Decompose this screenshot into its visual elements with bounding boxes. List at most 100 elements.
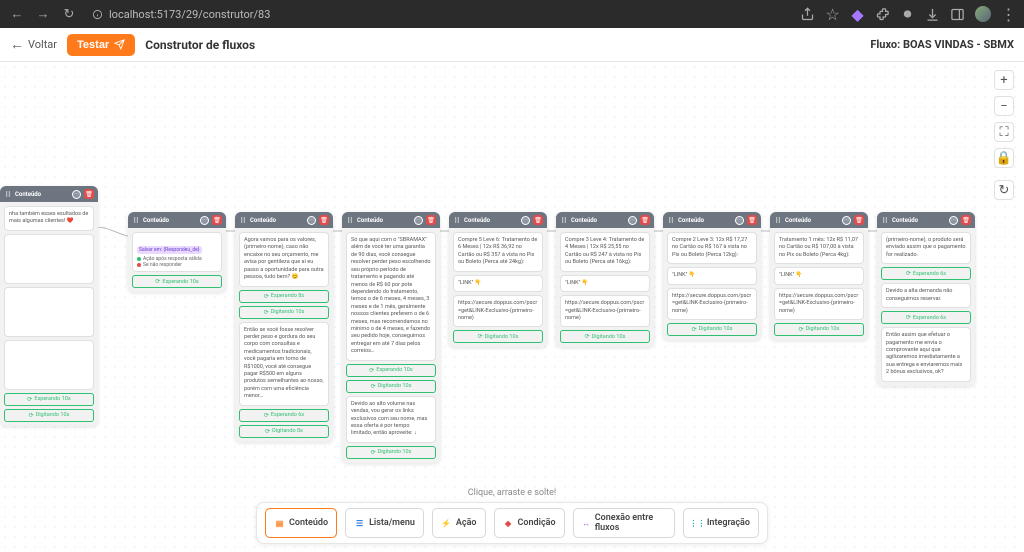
node-timing-pill[interactable]: Digitando 10s [346,446,436,459]
flow-node[interactable]: Conteúdo⋯🗑Salvar em: {Respondeu_de}Ação … [128,212,226,292]
panel-icon[interactable] [950,7,965,22]
tool-condicao[interactable]: ◆Condição [494,508,565,538]
node-timing-pill[interactable]: Esperando 10s [4,393,94,406]
node-config-button[interactable]: ⋯ [735,216,744,225]
node-text-block[interactable]: Devido a alta demanda não conseguimos re… [881,283,971,308]
browser-menu-icon[interactable]: ⋮ [1001,7,1016,22]
node-text-block[interactable]: Agora vamos para os valores, (primeiro-n… [239,232,329,287]
node-text-block[interactable]: "LINK" 👇 [453,275,543,292]
flow-node[interactable]: Conteúdo⋯🗑 Compre 3 Leve 4: Tratamento de… [556,212,654,347]
node-delete-button[interactable]: 🗑 [747,215,757,225]
tool-lista[interactable]: ☰Lista/menu [345,508,424,538]
zoom-out-button[interactable]: − [994,96,1014,116]
tool-conexao[interactable]: ↔Conexão entre fluxos [573,508,675,538]
node-timing-pill[interactable]: Digitando 8s [239,425,329,438]
node-timing-pill[interactable]: Digitando 10s [774,323,864,336]
node-text-block[interactable]: https://secure.doppus.com/pscr=get&LINK-… [560,295,650,327]
node-delete-button[interactable]: 🗑 [533,215,543,225]
flow-node[interactable]: Conteúdo⋯🗑Compre 2 Leve 3: 12x R$ 17,27 … [663,212,761,340]
node-text-block[interactable]: "LINK" 👇 [560,275,650,292]
node-header[interactable]: Conteúdo⋯🗑 [556,212,654,228]
test-button[interactable]: Testar [67,34,135,56]
node-image-placeholder[interactable] [4,234,94,284]
node-text-block[interactable]: https://secure.doppus.com/pscr=get&LINK-… [667,288,757,320]
node-delete-button[interactable]: 🗑 [640,215,650,225]
node-header[interactable]: Conteúdo⋯🗑 [449,212,547,228]
node-timing-pill[interactable]: Esperando 10s [346,364,436,377]
option-no-reply[interactable]: Se não responder [137,262,217,268]
node-delete-button[interactable]: 🗑 [319,215,329,225]
node-config-button[interactable]: ⋯ [200,216,209,225]
extension-purple-icon[interactable]: ◆ [850,7,865,22]
flow-canvas[interactable]: Conteúdo⋯🗑 nha também esses esultados de … [0,62,1024,552]
node-header[interactable]: Conteúdo⋯🗑 [877,212,975,228]
node-header[interactable]: Conteúdo⋯🗑 [235,212,333,228]
record-icon[interactable]: ⏺ [900,7,915,22]
extensions-icon[interactable] [875,7,890,22]
node-config-button[interactable]: ⋯ [414,216,423,225]
flow-node[interactable]: Conteúdo⋯🗑 Tratamento 1 mês: 12x R$ 11,07… [770,212,868,340]
share-icon[interactable] [800,7,815,22]
back-button[interactable]: ← Voltar [10,36,57,53]
node-config-button[interactable]: ⋯ [628,216,637,225]
node-timing-pill[interactable]: Digitando 10s [667,323,757,336]
tool-conteudo[interactable]: ▤Conteúdo [265,508,337,538]
node-text-block[interactable]: Compre 2 Leve 3: 12x R$ 17,27 no Cartão … [667,232,757,264]
node-config-button[interactable]: ⋯ [521,216,530,225]
node-text-block[interactable]: Então se você fosse resolver perder peso… [239,322,329,406]
node-config-button[interactable]: ⋯ [842,216,851,225]
node-config-button[interactable]: ⋯ [72,190,81,199]
node-config-button[interactable]: ⋯ [949,216,958,225]
node-image-placeholder[interactable] [4,287,94,337]
node-text-block[interactable]: Só que aqui com o "SBRAMAX" além de você… [346,232,436,361]
address-bar[interactable]: localhost:5173/29/construtor/83 [86,8,792,21]
flow-node[interactable]: Conteúdo⋯🗑 nha também esses esultados de … [0,186,98,426]
star-icon[interactable]: ☆ [825,7,840,22]
node-text-block[interactable]: Tratamento 1 mês: 12x R$ 11,07 no Cartão… [774,232,864,264]
node-header[interactable]: Conteúdo⋯🗑 [0,186,98,202]
fit-view-button[interactable]: ⛶ [994,122,1014,142]
tool-integracao[interactable]: ⋮⋮Integração [683,508,759,538]
profile-avatar[interactable] [975,6,991,22]
node-text-block[interactable]: "LINK" 👇 [667,267,757,284]
browser-forward-button[interactable]: → [34,5,52,23]
node-text-block[interactable]: https://secure.doppus.com/pscr=get&LINK-… [774,288,864,320]
node-timing-pill[interactable]: Digitando 10s [453,330,543,343]
node-delete-button[interactable]: 🗑 [961,215,971,225]
node-delete-button[interactable]: 🗑 [212,215,222,225]
node-header[interactable]: Conteúdo⋯🗑 [342,212,440,228]
flow-node[interactable]: Conteúdo⋯🗑 Só que aqui com o "SBRAMAX" al… [342,212,440,463]
node-text-block[interactable]: nha também esses esultados de mais algum… [4,206,94,231]
node-save-block[interactable]: Salvar em: {Respondeu_de}Ação após respo… [132,232,222,272]
node-text-block[interactable]: Devido ao alto volume nas vendas, vou ge… [346,396,436,443]
node-timing-pill[interactable]: Digitando 10s [346,380,436,393]
node-delete-button[interactable]: 🗑 [426,215,436,225]
node-image-placeholder[interactable] [4,340,94,390]
node-delete-button[interactable]: 🗑 [854,215,864,225]
node-timing-pill[interactable]: Esperando 10s [132,275,222,288]
download-icon[interactable] [925,7,940,22]
node-text-block[interactable]: "LINK" 👇 [774,267,864,284]
node-timing-pill[interactable]: Digitando 10s [4,409,94,422]
node-timing-pill[interactable]: Esperando 6s [239,409,329,422]
node-timing-pill[interactable]: Esperando 6s [881,267,971,280]
node-header[interactable]: Conteúdo⋯🗑 [770,212,868,228]
node-config-button[interactable]: ⋯ [307,216,316,225]
node-text-block[interactable]: https://secure.doppus.com/pscr=get&LINK-… [453,295,543,327]
refresh-button[interactable]: ↻ [994,180,1014,200]
node-text-block[interactable]: Compre 3 Leve 4: Tratamento de 4 Meses |… [560,232,650,272]
node-delete-button[interactable]: 🗑 [84,189,94,199]
node-timing-pill[interactable]: Digitando 10s [560,330,650,343]
node-timing-pill[interactable]: Digitando 10s [239,306,329,319]
browser-reload-button[interactable]: ↻ [60,5,78,23]
node-text-block[interactable]: Então assim que efetuar o pagamento me e… [881,327,971,382]
node-text-block[interactable]: Compre 5 Leve 6: Tratamento de 6 Meses |… [453,232,543,272]
tool-acao[interactable]: ⚡Ação [432,508,486,538]
flow-node[interactable]: Conteúdo⋯🗑 Compre 5 Leve 6: Tratamento de… [449,212,547,347]
node-text-block[interactable]: (primeiro-nome), o produto será enviado … [881,232,971,264]
browser-back-button[interactable]: ← [8,5,26,23]
flow-node[interactable]: Conteúdo⋯🗑 Agora vamos para os valores, (… [235,212,333,442]
lock-button[interactable]: 🔒 [994,148,1014,168]
zoom-in-button[interactable]: + [994,70,1014,90]
node-timing-pill[interactable]: Esperando 8s [239,290,329,303]
